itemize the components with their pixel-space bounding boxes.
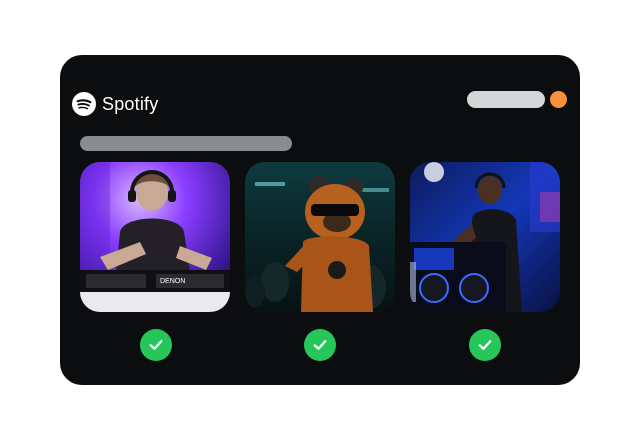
- dj-purple-stage-image: DENON: [80, 162, 230, 312]
- svg-text:DENON: DENON: [160, 278, 185, 285]
- checkmark-icon: [478, 340, 492, 350]
- placeholder-pill: [467, 91, 545, 108]
- spotify-logo-icon: [72, 92, 96, 116]
- status-dot: [550, 91, 567, 108]
- brand: Spotify: [72, 92, 158, 116]
- selected-check-3[interactable]: [469, 329, 501, 361]
- brand-name: Spotify: [102, 93, 159, 114]
- playlist-tile-1[interactable]: DENON: [80, 162, 230, 312]
- playlist-tile-3[interactable]: [410, 162, 560, 312]
- selected-check-1[interactable]: [140, 329, 172, 361]
- selected-check-2[interactable]: [304, 329, 336, 361]
- spotify-card: Spotify DENON: [60, 55, 580, 385]
- playlist-tile-2[interactable]: [245, 162, 395, 312]
- checkmark-icon: [313, 340, 327, 350]
- dj-blue-booth-image: [410, 162, 560, 312]
- checkmark-icon: [149, 340, 163, 350]
- title-placeholder-bar: [80, 136, 292, 151]
- bear-mascot-club-image: [245, 162, 395, 312]
